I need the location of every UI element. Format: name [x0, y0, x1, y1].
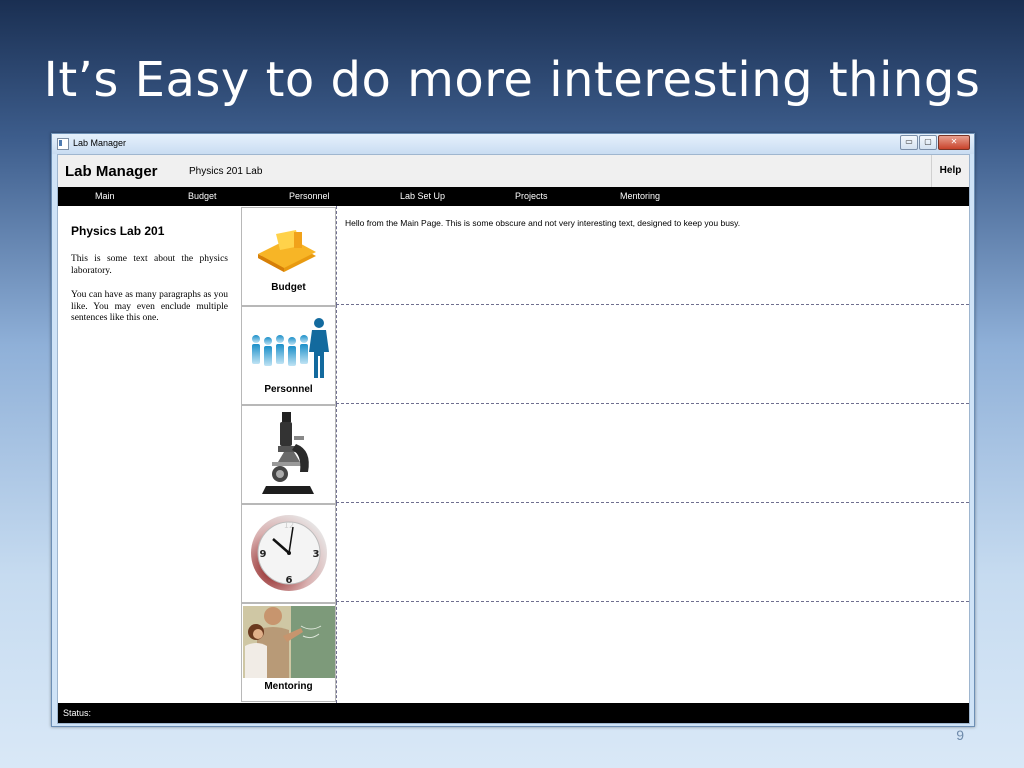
- lab-name: Physics 201 Lab: [189, 166, 263, 177]
- nav-item-personnel[interactable]: Personnel: [289, 191, 330, 201]
- tile-budget[interactable]: Budget: [241, 207, 336, 306]
- svg-text:6: 6: [286, 575, 293, 586]
- slide-page-number: 9: [956, 727, 964, 743]
- tile-lab-set-up[interactable]: [241, 405, 336, 504]
- content-row: Hello from the Main Page. This is some o…: [336, 206, 969, 305]
- slide-title: It’s Easy to do more interesting things: [43, 52, 981, 108]
- sidebar-paragraph: This is some text about the physics labo…: [71, 254, 228, 276]
- budget-icon: [258, 230, 316, 272]
- content-rows: Hello from the Main Page. This is some o…: [336, 206, 969, 703]
- tile-label-mentoring: Mentoring: [264, 681, 313, 692]
- sidebar: Physics Lab 201 This is some text about …: [58, 206, 240, 703]
- window-app-icon: [57, 138, 69, 150]
- tile-personnel[interactable]: Personnel: [241, 306, 336, 405]
- nav-item-projects[interactable]: Projects: [515, 191, 548, 201]
- personnel-icon: [252, 318, 329, 378]
- main-page-text: Hello from the Main Page. This is some o…: [345, 218, 741, 228]
- status-bar: Status:: [58, 703, 969, 723]
- content-row: [336, 503, 969, 602]
- svg-text:3: 3: [313, 549, 320, 560]
- content-row: [336, 602, 969, 703]
- clock-icon: 12 9 3 6: [251, 515, 327, 591]
- app-name: Lab Manager: [65, 163, 158, 180]
- tile-label-budget: Budget: [271, 282, 306, 293]
- nav-item-lab-set-up[interactable]: Lab Set Up: [400, 191, 445, 201]
- tile-mentoring[interactable]: Mentoring: [241, 603, 336, 702]
- content-row: [336, 404, 969, 503]
- window-titlebar[interactable]: Lab Manager ▭ ▢ ✕: [52, 134, 974, 154]
- lab-manager-window: Lab Manager ▭ ▢ ✕ Lab Manager Physics 20…: [51, 133, 975, 727]
- help-button[interactable]: Help: [931, 155, 969, 187]
- nav-item-main[interactable]: Main: [95, 191, 115, 201]
- tile-label-personnel: Personnel: [264, 384, 313, 395]
- tile-column: Budget Personnel 12 9 3 6 Mentoring: [241, 206, 336, 703]
- window-title: Lab Manager: [73, 138, 127, 148]
- window-client-area: Lab Manager Physics 201 Lab Help Main Bu…: [57, 154, 970, 724]
- minimize-button[interactable]: ▭: [900, 135, 918, 150]
- mentoring-photo: [243, 606, 335, 678]
- microscope-icon: [262, 412, 314, 494]
- status-label: Status:: [63, 708, 92, 718]
- app-header: Lab Manager Physics 201 Lab Help: [58, 155, 969, 188]
- nav-item-mentoring[interactable]: Mentoring: [620, 191, 660, 201]
- sidebar-paragraph: You can have as many paragraphs as you l…: [71, 290, 228, 323]
- nav-bar: Main Budget Personnel Lab Set Up Project…: [58, 187, 969, 206]
- close-button[interactable]: ✕: [938, 135, 970, 150]
- svg-text:9: 9: [260, 549, 267, 560]
- tile-projects[interactable]: 12 9 3 6: [241, 504, 336, 603]
- maximize-button[interactable]: ▢: [919, 135, 937, 150]
- content-row: [336, 305, 969, 404]
- nav-item-budget[interactable]: Budget: [188, 191, 217, 201]
- sidebar-heading: Physics Lab 201: [71, 224, 165, 238]
